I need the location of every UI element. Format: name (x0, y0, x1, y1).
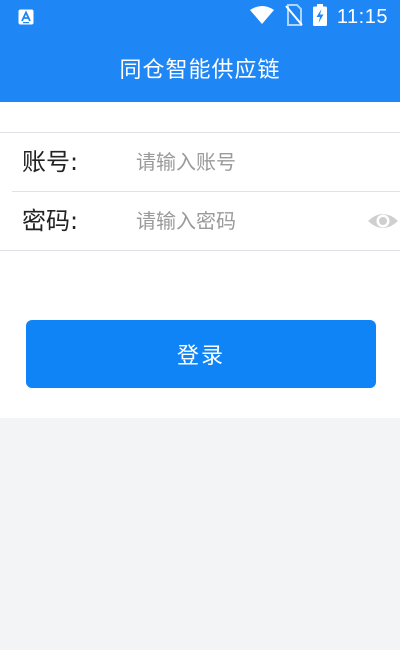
login-screen: 11:15 同仓智能供应链 账号: 密码: 登录 (0, 0, 400, 650)
status-clock: 11:15 (336, 5, 388, 28)
eye-icon[interactable] (366, 208, 400, 234)
status-icons: 11:15 (249, 4, 388, 30)
app-header: 同仓智能供应链 (0, 34, 400, 102)
account-row: 账号: (0, 133, 400, 191)
no-sim-icon (285, 4, 303, 30)
divider (0, 250, 400, 251)
page-title: 同仓智能供应链 (119, 58, 281, 83)
account-label: 账号: (22, 148, 79, 176)
password-row: 密码: (0, 192, 400, 250)
login-button[interactable]: 登录 (26, 320, 376, 388)
wifi-icon (249, 5, 275, 29)
account-input[interactable] (136, 145, 356, 179)
battery-charging-icon (312, 4, 327, 30)
password-label: 密码: (22, 207, 79, 235)
login-form: 账号: 密码: 登录 (0, 102, 400, 418)
app-notification-icon (18, 9, 34, 25)
password-input[interactable] (136, 204, 356, 238)
status-bar: 11:15 (0, 0, 400, 34)
